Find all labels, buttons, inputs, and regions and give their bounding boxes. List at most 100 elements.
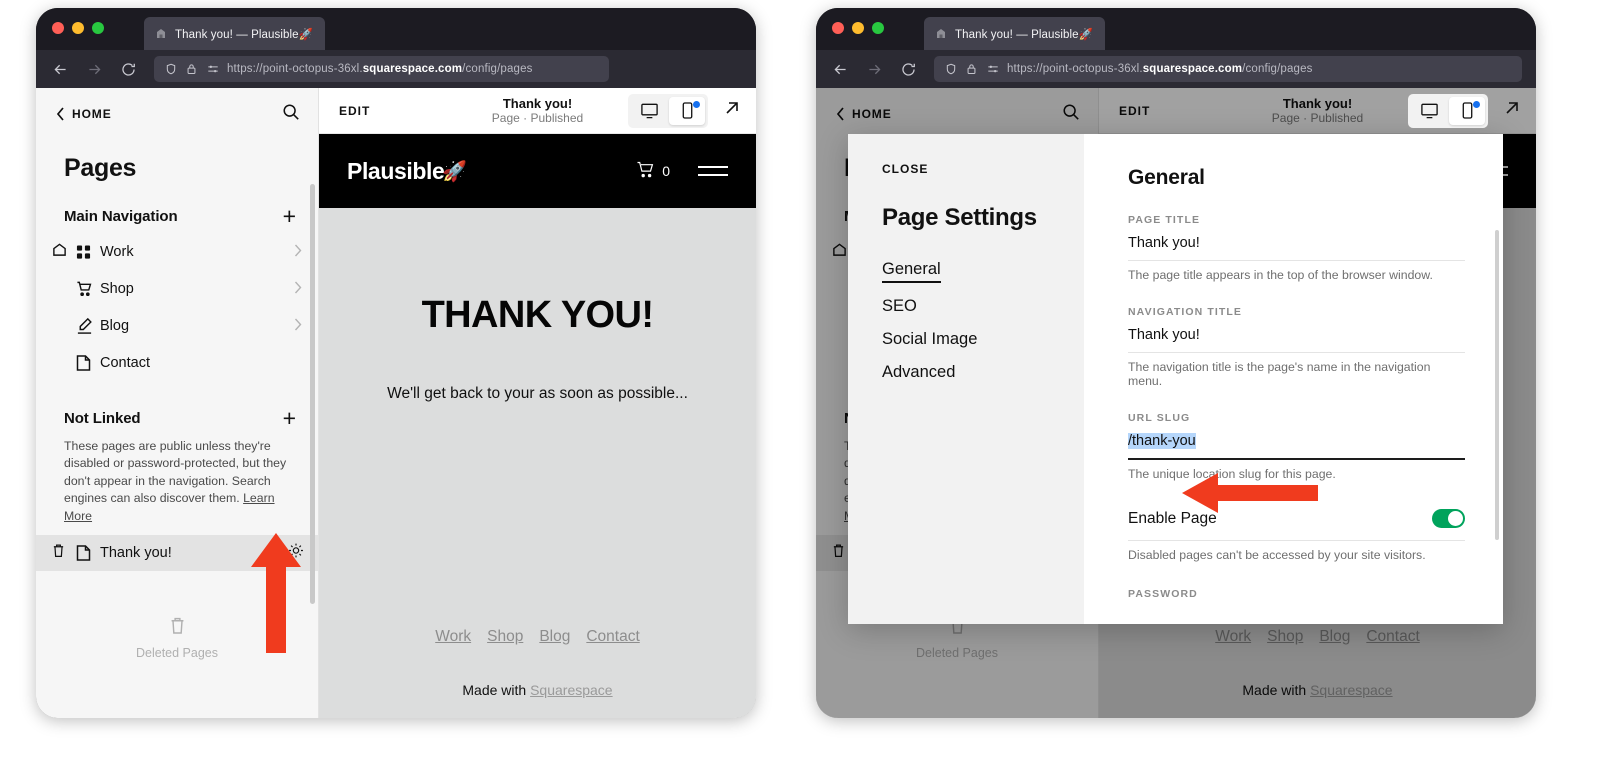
trash-icon xyxy=(169,616,186,640)
sidebar-item-blog[interactable]: Blog xyxy=(36,307,318,344)
squarespace-link[interactable]: Squarespace xyxy=(530,682,613,698)
site-header-actions: 0 xyxy=(636,161,728,182)
address-bar[interactable]: https://point-octopus-36xl.squarespace.c… xyxy=(154,56,609,82)
modal-content: General PAGE TITLE Thank you! The page t… xyxy=(1084,134,1503,624)
add-main-nav-page-button[interactable]: + xyxy=(283,204,296,227)
maximize-window-button[interactable] xyxy=(872,22,884,34)
reload-icon[interactable] xyxy=(898,59,918,79)
tab-general[interactable]: General xyxy=(882,260,941,283)
footer-nav: Work Shop Blog Contact xyxy=(319,628,756,682)
mobile-icon[interactable] xyxy=(1449,96,1485,125)
sidebar-page-label: Thank you! xyxy=(100,545,172,562)
enable-page-toggle[interactable] xyxy=(1432,509,1465,528)
brand-name: Plausible xyxy=(347,157,445,184)
site-preview-pane: EDIT Thank you! Page · Published xyxy=(319,88,756,718)
external-link-icon[interactable] xyxy=(1502,98,1522,123)
site-brand[interactable]: Plausible🚀 xyxy=(347,158,467,185)
site-header: Plausible🚀 0 xyxy=(319,134,756,208)
device-toggle[interactable] xyxy=(1408,93,1488,128)
field-help: The page title appears in the top of the… xyxy=(1128,268,1433,282)
close-window-button[interactable] xyxy=(832,22,844,34)
edit-button[interactable]: EDIT xyxy=(339,104,370,118)
external-link-icon[interactable] xyxy=(722,98,742,123)
deleted-pages-link[interactable]: Deleted Pages xyxy=(36,616,318,718)
tab-seo[interactable]: SEO xyxy=(882,297,917,316)
reload-icon[interactable] xyxy=(118,59,138,79)
sidebar-item-label: Work xyxy=(100,243,134,260)
chevron-right-icon[interactable] xyxy=(294,281,302,297)
notification-dot-icon xyxy=(1473,100,1480,108)
desktop-icon[interactable] xyxy=(1411,97,1447,125)
browser-tab[interactable]: Thank you! — Plausible🚀 xyxy=(144,17,326,50)
field-help: The navigation title is the page's name … xyxy=(1128,360,1431,388)
lock-icon xyxy=(185,63,198,76)
site-paragraph: We'll get back to your as soon as possib… xyxy=(387,385,688,402)
modal-scrollbar[interactable] xyxy=(1495,230,1499,540)
enable-page-help: Disabled pages can't be accessed by your… xyxy=(1128,548,1426,562)
url-text: https://point-octopus-36xl.squarespace.c… xyxy=(227,63,533,75)
titlebar-left: Thank you! — Plausible🚀 xyxy=(36,8,756,50)
tab-title: Thank you! — Plausible🚀 xyxy=(955,28,1094,41)
field-url-slug: URL SLUG /thank-you The unique location … xyxy=(1128,412,1465,481)
permissions-icon[interactable] xyxy=(206,63,219,76)
forward-arrow-icon[interactable] xyxy=(84,59,104,79)
browser-tab[interactable]: Thank you! — Plausible🚀 xyxy=(924,17,1106,50)
page-title: Pages xyxy=(64,154,137,182)
address-bar[interactable]: https://point-octopus-36xl.squarespace.c… xyxy=(934,56,1522,82)
gear-icon[interactable] xyxy=(288,543,304,564)
footer-link[interactable]: Blog xyxy=(539,628,570,646)
made-with-label: Made with Squarespace xyxy=(319,682,756,698)
page-title-input[interactable]: Thank you! xyxy=(1128,226,1465,261)
footer-link[interactable]: Shop xyxy=(487,628,523,646)
titlebar-right: Thank you! — Plausible🚀 xyxy=(816,8,1536,50)
sidebar-page-thank-you[interactable]: Thank you! xyxy=(36,535,318,572)
enable-page-row: Enable Page xyxy=(1128,509,1465,541)
minimize-window-button[interactable] xyxy=(852,22,864,34)
search-icon[interactable] xyxy=(282,103,300,126)
add-not-linked-page-button[interactable]: + xyxy=(283,407,296,430)
permissions-icon[interactable] xyxy=(986,63,999,76)
main-navigation-header: Main Navigation + xyxy=(36,183,318,233)
chevron-right-icon[interactable] xyxy=(294,244,302,260)
sidebar-item-label: Blog xyxy=(100,317,130,334)
cart-count: 0 xyxy=(662,163,670,179)
site-footer: Work Shop Blog Contact Made with Squares… xyxy=(319,628,756,718)
close-button[interactable]: CLOSE xyxy=(882,162,1084,176)
window-controls-left[interactable] xyxy=(52,22,104,34)
tab-advanced[interactable]: Advanced xyxy=(882,363,955,382)
home-back-link[interactable]: HOME xyxy=(56,107,112,121)
footer-link[interactable]: Contact xyxy=(586,628,639,646)
window-controls-right[interactable] xyxy=(832,22,884,34)
close-window-button[interactable] xyxy=(52,22,64,34)
sidebar-item-shop[interactable]: Shop xyxy=(36,270,318,307)
sidebar-item-contact[interactable]: Contact xyxy=(36,344,318,381)
chevron-right-icon[interactable] xyxy=(294,318,302,334)
page-viewport-right: HOME Pages Main Navigation + xyxy=(816,88,1536,718)
page-viewport-left: HOME Pages Main Navigation + Work Shop B… xyxy=(36,88,756,718)
chevron-left-icon xyxy=(56,107,64,121)
navigation-title-input[interactable]: Thank you! xyxy=(1128,318,1465,353)
forward-arrow-icon[interactable] xyxy=(864,59,884,79)
tab-social-image[interactable]: Social Image xyxy=(882,330,977,349)
shield-icon xyxy=(944,63,957,76)
maximize-window-button[interactable] xyxy=(92,22,104,34)
deleted-pages-label: Deleted Pages xyxy=(135,646,218,660)
footer-link[interactable]: Work xyxy=(435,628,471,646)
page-settings-modal: CLOSE Page Settings General SEO Social I… xyxy=(848,134,1503,624)
device-toggle[interactable] xyxy=(628,93,708,128)
back-arrow-icon[interactable] xyxy=(50,59,70,79)
minimize-window-button[interactable] xyxy=(72,22,84,34)
sidebar-item-work[interactable]: Work xyxy=(36,233,318,270)
cart-button[interactable]: 0 xyxy=(636,161,670,182)
field-password: PASSWORD xyxy=(1128,588,1465,600)
sidebar-scrollbar[interactable] xyxy=(310,184,315,604)
trash-icon[interactable] xyxy=(52,543,65,563)
back-arrow-icon[interactable] xyxy=(830,59,850,79)
notification-dot-icon xyxy=(693,100,700,108)
hamburger-icon[interactable] xyxy=(698,166,728,176)
navbar-right: https://point-octopus-36xl.squarespace.c… xyxy=(816,50,1536,88)
url-slug-input[interactable]: /thank-you xyxy=(1128,424,1465,460)
desktop-icon[interactable] xyxy=(631,97,667,125)
mobile-icon[interactable] xyxy=(669,96,705,125)
enable-page-label: Enable Page xyxy=(1128,509,1217,527)
